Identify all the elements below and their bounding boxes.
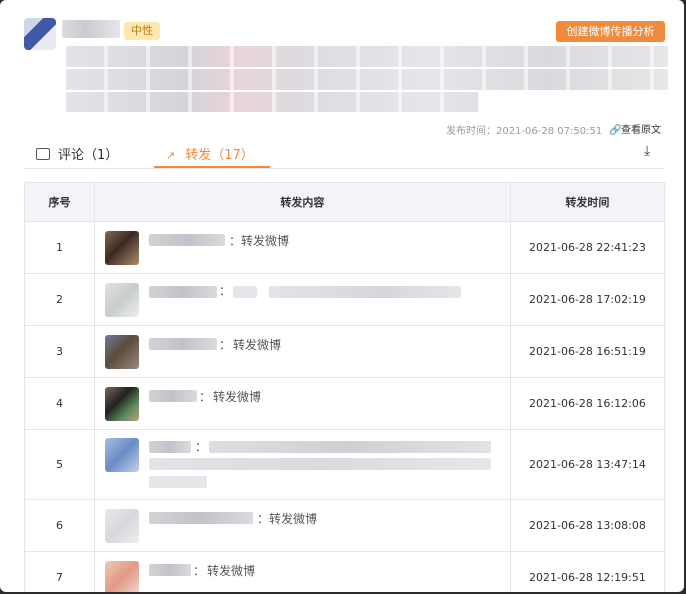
avatar — [104, 335, 139, 369]
repost-text: 转发微博 — [240, 234, 289, 248]
repost-text-blurred — [268, 286, 461, 298]
post-content-blurred — [66, 46, 668, 112]
row-time: 2021-06-28 13:47:14 — [509, 429, 666, 500]
tab-bar: 评论（1） ↗ 转发（17） ⤓ — [24, 138, 665, 169]
table-row: 7 ： 转发微博 2021-06-28 12:19:51 — [24, 551, 666, 592]
row-time: 2021-06-28 12:19:51 — [509, 551, 666, 592]
repost-table: 序号 转发内容 转发时间 1 ： 转发微博 2021-06-28 22:41:2… — [24, 182, 666, 592]
view-original-label: 查看原文 — [621, 125, 661, 136]
repost-text-blurred — [148, 476, 207, 488]
repost-text-blurred — [208, 441, 491, 453]
row-time: 2021-06-28 13:08:08 — [509, 499, 666, 552]
tab-reposts-label: 转发（17） — [185, 148, 254, 163]
row-index: 7 — [24, 551, 95, 592]
row-content: ： — [93, 429, 511, 500]
tab-comments-label: 评论（1） — [58, 148, 119, 163]
publish-time-value: 2021-06-28 07:50:51 — [496, 126, 603, 137]
row-content: ： 转发微博 — [93, 221, 511, 274]
row-index: 5 — [24, 429, 95, 500]
avatar — [104, 387, 139, 421]
user-name-blurred — [148, 564, 191, 576]
row-content: ： 转发微博 — [93, 325, 511, 378]
repost-detail-modal: 中性 创建微博传播分析 发布时间：2021-06-28 07:50:51 🔗查看… — [0, 0, 684, 592]
avatar — [104, 561, 139, 592]
row-index: 3 — [24, 325, 95, 378]
row-index: 2 — [24, 273, 95, 326]
avatar — [104, 438, 139, 472]
row-index: 1 — [24, 221, 95, 274]
publish-time-label: 发布时间： — [446, 126, 496, 137]
avatar — [104, 509, 139, 543]
header-index: 序号 — [24, 182, 95, 222]
download-icon[interactable]: ⤓ — [644, 143, 650, 159]
row-content: ： — [93, 273, 511, 326]
row-time: 2021-06-28 22:41:23 — [509, 221, 666, 274]
table-row: 1 ： 转发微博 2021-06-28 22:41:23 — [24, 221, 666, 274]
table-row: 3 ： 转发微博 2021-06-28 16:51:19 — [24, 325, 666, 378]
table-row: 2 ： 2021-06-28 17:02:19 — [24, 273, 666, 326]
table-row: 5 ： 2021-06-28 13:47:14 — [24, 429, 666, 500]
external-link-icon: ↗ — [166, 149, 176, 162]
header-content: 转发内容 — [93, 182, 511, 222]
row-time: 2021-06-28 17:02:19 — [509, 273, 666, 326]
repost-text-blurred — [232, 286, 257, 298]
publish-time: 发布时间：2021-06-28 07:50:51 — [446, 122, 602, 137]
table-row: 4 ： 转发微博 2021-06-28 16:12:06 — [24, 377, 666, 430]
header-time: 转发时间 — [509, 182, 666, 222]
row-index: 4 — [24, 377, 95, 430]
row-time: 2021-06-28 16:51:19 — [509, 325, 666, 378]
row-index: 6 — [24, 499, 95, 552]
repost-text: 转发微博 — [232, 338, 281, 352]
user-name-blurred — [148, 286, 217, 298]
avatar — [104, 283, 139, 317]
row-content: ： 转发微博 — [93, 377, 511, 430]
view-original-link[interactable]: 🔗查看原文 — [609, 121, 661, 136]
link-icon: 🔗 — [609, 125, 622, 136]
create-propagation-analysis-button[interactable]: 创建微博传播分析 — [556, 21, 665, 42]
avatar — [104, 231, 139, 265]
user-name-blurred — [148, 234, 225, 246]
tab-comments[interactable]: 评论（1） — [36, 144, 118, 163]
row-content: ： 转发微博 — [93, 551, 511, 592]
comment-icon — [36, 148, 50, 160]
sentiment-badge: 中性 — [124, 22, 160, 40]
table-row: 6 ： 转发微博 2021-06-28 13:08:08 — [24, 499, 666, 552]
author-name-blurred — [62, 20, 120, 38]
row-content: ： 转发微博 — [93, 499, 511, 552]
tab-reposts[interactable]: ↗ 转发（17） — [166, 144, 254, 163]
repost-text: 转发微博 — [206, 564, 255, 578]
user-name-blurred — [148, 512, 253, 524]
repost-text: 转发微博 — [268, 512, 317, 526]
user-name-blurred — [148, 441, 191, 453]
active-tab-indicator — [154, 166, 270, 168]
row-time: 2021-06-28 16:12:06 — [509, 377, 666, 430]
user-name-blurred — [148, 338, 217, 350]
table-header-row: 序号 转发内容 转发时间 — [24, 182, 666, 222]
repost-text: 转发微博 — [212, 390, 261, 404]
user-name-blurred — [148, 390, 197, 402]
author-avatar — [24, 18, 56, 50]
repost-text-blurred — [148, 458, 491, 470]
